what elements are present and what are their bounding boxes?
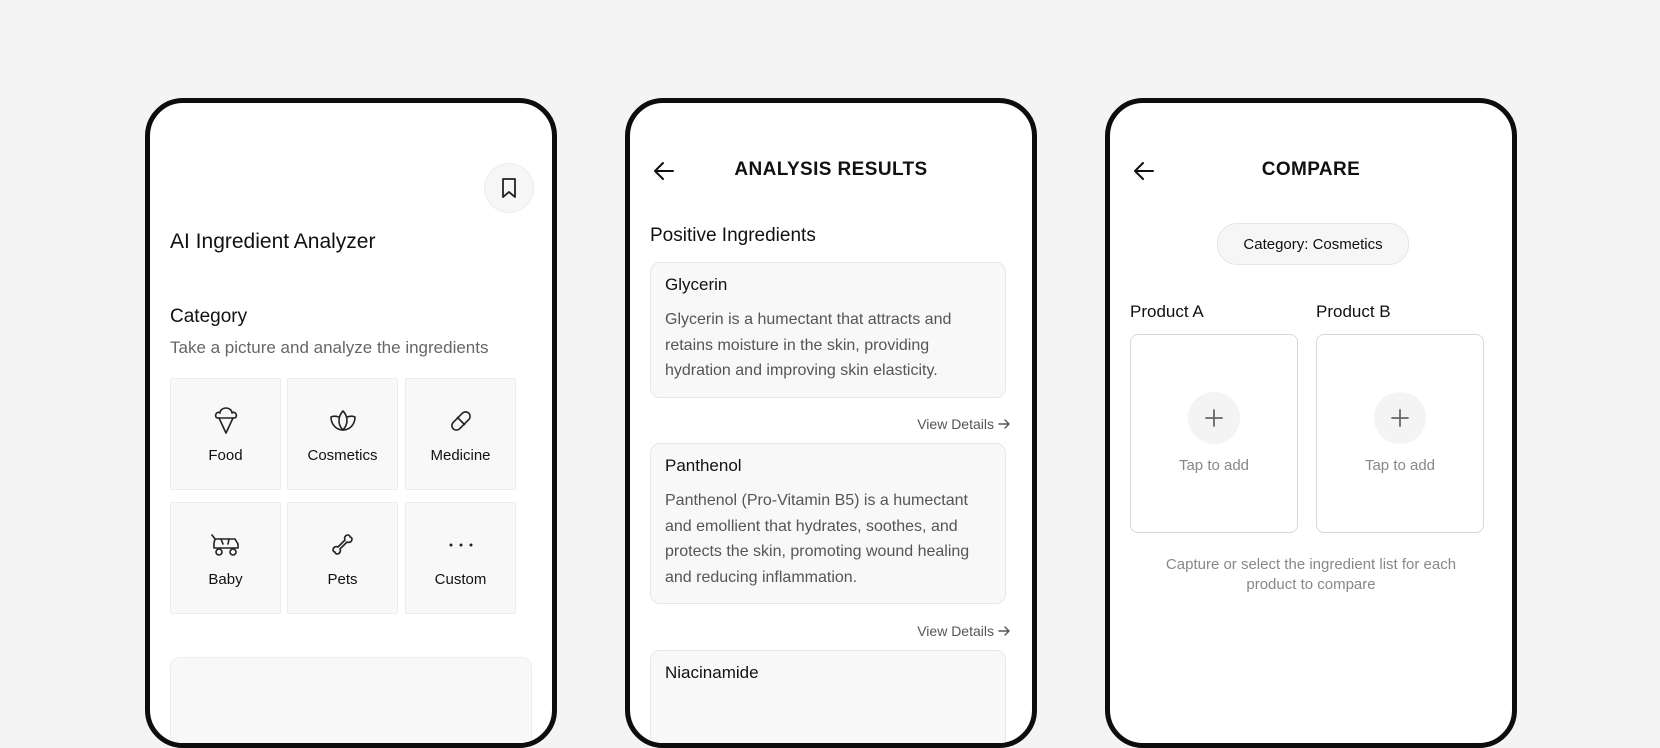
bone-icon (329, 529, 357, 561)
ingredient-description: Glycerin is a humectant that attracts an… (665, 311, 952, 379)
view-details-link[interactable]: View Details (917, 416, 1010, 432)
plus-icon (1205, 409, 1223, 427)
category-tile-medicine[interactable]: Medicine (405, 378, 516, 490)
category-label: Food (208, 446, 243, 464)
pill-icon (448, 405, 474, 437)
app-title: AI Ingredient Analyzer (170, 230, 376, 253)
lotus-icon (329, 405, 357, 437)
category-label: Pets (327, 570, 358, 588)
product-a-slot[interactable]: Tap to add (1130, 334, 1298, 533)
ingredient-card[interactable]: Panthenol Panthenol (Pro-Vitamin B5) is … (650, 443, 1006, 604)
bottom-card (170, 657, 532, 743)
category-label: Baby (208, 570, 243, 588)
page-title: ANALYSIS RESULTS (734, 159, 928, 180)
ice-cream-icon (213, 405, 239, 437)
ingredient-card[interactable]: Niacinamide (650, 650, 1006, 743)
ingredient-name: Glycerin (665, 275, 728, 294)
view-details-label: View Details (917, 623, 994, 639)
category-subtitle: Take a picture and analyze the ingredien… (170, 338, 489, 357)
category-tile-pets[interactable]: Pets (287, 502, 398, 614)
analysis-results-screen: ANALYSIS RESULTS Positive Ingredients Gl… (625, 98, 1037, 748)
product-b-label: Product B (1316, 302, 1391, 321)
arrow-right-icon (998, 626, 1010, 636)
helper-text: Capture or select the ingredient list fo… (1165, 556, 1457, 593)
ingredient-card[interactable]: Glycerin Glycerin is a humectant that at… (650, 262, 1006, 398)
arrow-right-icon (998, 419, 1010, 429)
category-label: Custom (434, 570, 487, 588)
bookmark-icon (502, 178, 516, 198)
ingredient-name: Panthenol (665, 456, 742, 475)
ingredient-name: Niacinamide (665, 663, 759, 682)
plus-icon (1391, 409, 1409, 427)
tap-to-add-text: Tap to add (1364, 457, 1436, 474)
ingredient-description: Panthenol (Pro-Vitamin B5) is a humectan… (665, 492, 970, 586)
bookmark-button[interactable] (484, 163, 534, 213)
category-tile-food[interactable]: Food (170, 378, 281, 490)
category-label: Cosmetics (307, 446, 378, 464)
category-tile-baby[interactable]: Baby (170, 502, 281, 614)
category-tile-custom[interactable]: Custom (405, 502, 516, 614)
home-screen: AI Ingredient Analyzer Category Take a p… (145, 98, 557, 748)
section-title: Positive Ingredients (650, 225, 816, 246)
tap-to-add-text: Tap to add (1178, 457, 1250, 474)
category-chip[interactable]: Category: Cosmetics (1217, 223, 1409, 265)
ellipsis-icon (448, 529, 474, 561)
category-heading: Category (170, 306, 248, 327)
page-title: COMPARE (1261, 159, 1361, 180)
stroller-icon (210, 529, 241, 561)
add-product-b-button[interactable] (1374, 392, 1426, 444)
view-details-label: View Details (917, 416, 994, 432)
product-b-slot[interactable]: Tap to add (1316, 334, 1484, 533)
view-details-link[interactable]: View Details (917, 623, 1010, 639)
product-a-label: Product A (1130, 302, 1204, 321)
add-product-a-button[interactable] (1188, 392, 1240, 444)
category-tile-cosmetics[interactable]: Cosmetics (287, 378, 398, 490)
category-label: Medicine (430, 446, 491, 464)
compare-screen: COMPARE Category: Cosmetics Product A Pr… (1105, 98, 1517, 748)
